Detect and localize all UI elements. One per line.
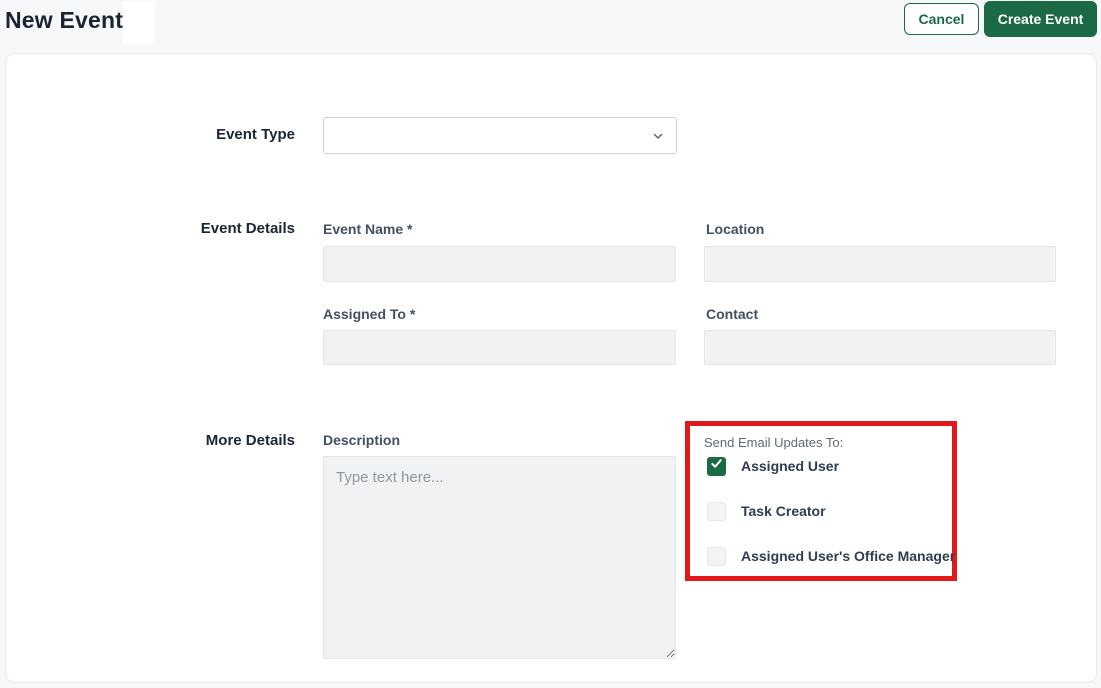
create-event-button[interactable]: Create Event [984,1,1097,37]
assigned-user-checkbox[interactable] [707,456,726,476]
header-bar: New Event Cancel Create Event [0,0,1101,53]
contact-label: Contact [706,306,759,322]
event-type-select[interactable] [323,117,677,154]
assigned-user-checkbox-label: Assigned User [741,458,840,474]
task-creator-checkbox-label: Task Creator [741,503,826,519]
location-label: Location [706,221,765,237]
cancel-button[interactable]: Cancel [904,3,979,35]
event-name-input[interactable] [323,246,676,282]
assigned-to-label: Assigned To * [323,306,416,322]
location-input[interactable] [704,246,1056,282]
section-label-event-details: Event Details [200,220,295,237]
new-event-form-card: Event Type Event Details Event Name * Lo… [5,53,1097,683]
description-label: Description [323,432,401,448]
title-blank-block [123,2,155,43]
email-updates-highlight-box: Send Email Updates To: Assigned User Tas… [685,421,957,581]
page-title: New Event [5,7,124,33]
task-creator-checkbox[interactable] [707,501,726,521]
check-icon [710,457,723,475]
email-updates-label: Send Email Updates To: [704,435,844,450]
checkbox-row-assigned-user[interactable]: Assigned User [707,456,946,476]
office-manager-checkbox-label: Assigned User's Office Manager [741,548,956,564]
section-label-event-type: Event Type [216,126,295,143]
checkbox-row-task-creator[interactable]: Task Creator [707,501,946,521]
contact-input[interactable] [704,330,1056,365]
assigned-to-input[interactable] [323,330,676,365]
office-manager-checkbox[interactable] [707,546,726,566]
checkbox-row-office-manager[interactable]: Assigned User's Office Manager [707,546,955,566]
description-textarea[interactable] [323,456,676,659]
event-name-label: Event Name * [323,221,413,237]
chevron-down-icon [652,130,664,142]
section-label-more-details: More Details [205,432,295,449]
